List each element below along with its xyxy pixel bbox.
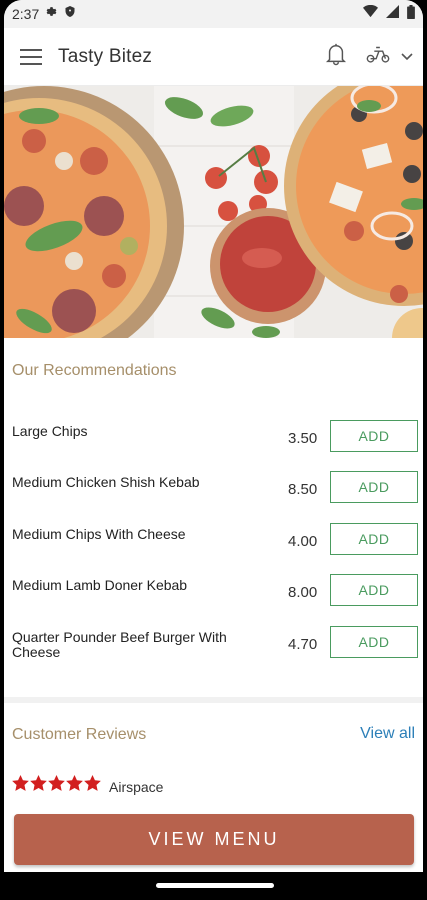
shield-icon	[64, 5, 76, 23]
item-price: 3.50	[288, 430, 318, 447]
home-gesture-pill[interactable]	[156, 883, 274, 888]
app-bar: Tasty Bitez	[4, 28, 423, 86]
item-name: Medium Chicken Shish Kebab	[12, 474, 200, 490]
hamburger-menu-icon[interactable]	[4, 28, 58, 86]
list-item: Medium Chicken Shish Kebab 8.50 ADD	[4, 471, 423, 511]
app-title: Tasty Bitez	[58, 45, 153, 67]
star-icon	[12, 775, 29, 796]
add-button[interactable]: ADD	[330, 471, 418, 503]
item-name: Medium Chips With Cheese	[12, 526, 186, 542]
app-screen: 2:37 Tasty Bitez Our Recommendations Lar…	[4, 0, 423, 900]
list-item: Large Chips 3.50 ADD	[4, 420, 423, 460]
item-price: 4.00	[288, 533, 318, 550]
reviews-title: Customer Reviews	[12, 726, 147, 743]
item-price: 8.00	[288, 584, 318, 601]
star-icon	[66, 775, 83, 796]
add-button[interactable]: ADD	[330, 626, 418, 658]
wifi-icon	[363, 4, 378, 23]
battery-icon	[407, 4, 415, 24]
bell-icon[interactable]	[317, 42, 355, 71]
list-item: Quarter Pounder Beef Burger With Cheese …	[4, 626, 423, 666]
star-rating	[12, 775, 101, 796]
star-icon	[84, 775, 101, 796]
recommendations-title: Our Recommendations	[12, 362, 177, 379]
status-bar: 2:37	[4, 0, 423, 28]
view-menu-button[interactable]: VIEW MENU	[14, 814, 414, 865]
section-divider	[4, 697, 423, 703]
item-name: Medium Lamb Doner Kebab	[12, 577, 188, 593]
system-nav-bar	[4, 872, 423, 900]
item-price: 4.70	[288, 636, 318, 653]
chevron-down-icon[interactable]	[401, 48, 413, 66]
item-price: 8.50	[288, 481, 318, 498]
signal-icon	[386, 5, 399, 23]
status-right	[363, 4, 415, 24]
item-name: Large Chips	[12, 423, 88, 439]
add-button[interactable]: ADD	[330, 420, 418, 452]
list-item: Medium Lamb Doner Kebab 8.00 ADD	[4, 574, 423, 614]
list-item: Medium Chips With Cheese 4.00 ADD	[4, 523, 423, 563]
star-icon	[30, 775, 47, 796]
reviewer-name: Airspace	[109, 779, 164, 795]
view-all-link[interactable]: View all	[360, 725, 415, 743]
gear-icon	[45, 5, 58, 23]
status-left: 2:37	[12, 5, 76, 23]
add-button[interactable]: ADD	[330, 523, 418, 555]
item-name: Quarter Pounder Beef Burger With Cheese	[12, 629, 227, 660]
app-actions	[317, 42, 423, 71]
pizza-hero-image	[4, 86, 423, 338]
star-icon	[48, 775, 65, 796]
status-time: 2:37	[12, 6, 40, 22]
delivery-scooter-icon[interactable]	[363, 44, 393, 69]
add-button[interactable]: ADD	[330, 574, 418, 606]
